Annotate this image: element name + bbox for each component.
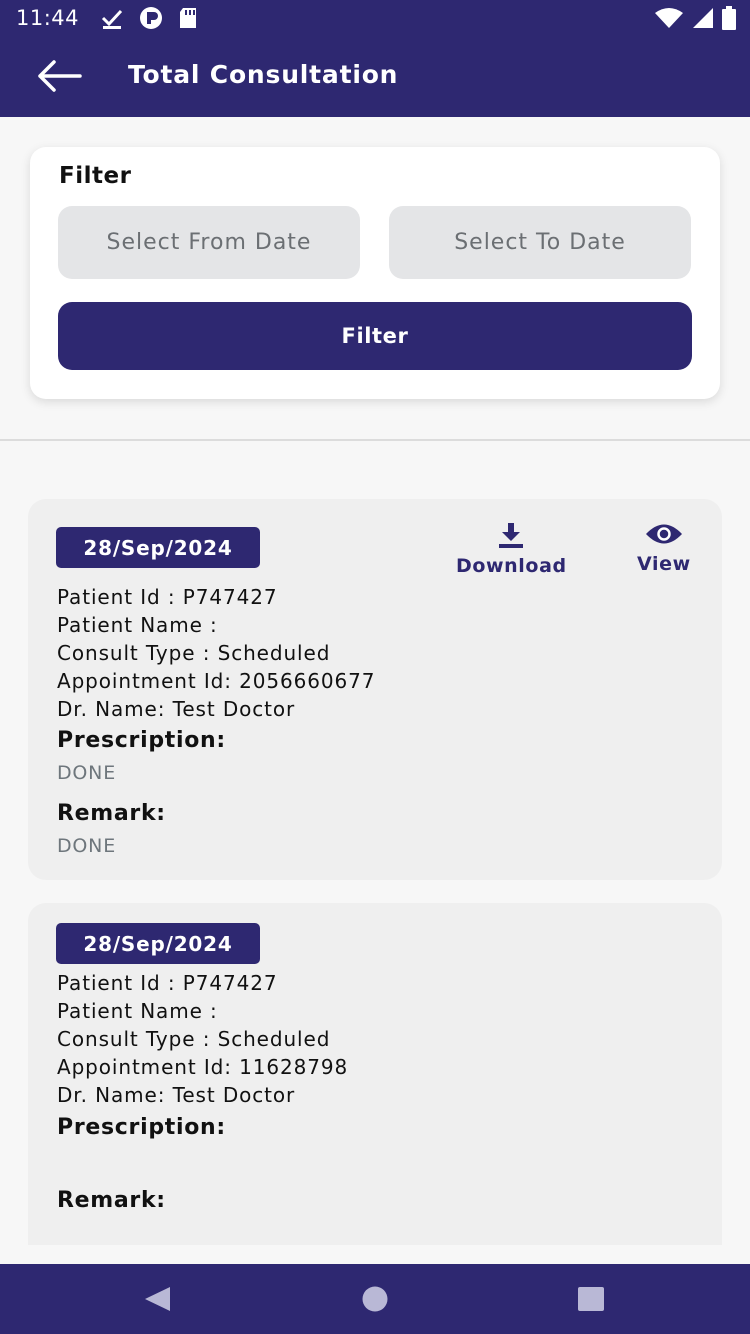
consultation-card: 28/Sep/2024 Patient Id : P747427 Patient… [28,903,722,1245]
date-badge-text: 28/Sep/2024 [83,931,233,956]
wifi-icon [655,8,683,28]
consult-type: Consult Type : Scheduled [57,641,331,665]
back-button[interactable] [34,58,84,94]
from-date-placeholder: Select From Date [106,230,312,255]
appointment-id: Appointment Id: 2056660677 [57,669,376,693]
consult-type: Consult Type : Scheduled [57,1027,331,1051]
remark-label: Remark: [57,1188,166,1213]
date-badge: 28/Sep/2024 [56,527,260,568]
prescription-value: DONE [57,762,117,784]
doctor-name: Dr. Name: Test Doctor [57,1083,296,1107]
to-date-field[interactable]: Select To Date [389,206,691,279]
patient-name: Patient Name : [57,999,218,1023]
status-icons-left [100,6,198,30]
to-date-placeholder: Select To Date [454,230,626,255]
download-label: Download [456,555,567,577]
navigation-bar [0,1264,750,1334]
nav-home-icon[interactable] [360,1286,390,1312]
download-button[interactable]: Download [456,521,567,577]
status-bar: 11:44 [0,0,750,36]
prescription-label: Prescription: [57,1115,226,1140]
eye-icon [645,524,682,544]
filter-label: Filter [59,163,132,189]
from-date-field[interactable]: Select From Date [58,206,360,279]
date-badge: 28/Sep/2024 [56,923,260,964]
battery-icon [722,6,736,30]
remark-value: DONE [57,835,117,857]
consultation-details: Patient Id : P747427 Patient Name : Cons… [57,969,348,1109]
filter-button[interactable]: Filter [58,302,692,370]
status-icons-right [654,6,736,30]
patient-id: Patient Id : P747427 [57,585,278,609]
prescription-label: Prescription: [57,728,226,753]
status-time: 11:44 [16,6,80,30]
download-icon [499,523,524,548]
view-label: View [637,553,691,575]
signal-icon [693,8,713,28]
divider [0,439,750,441]
patient-name: Patient Name : [57,613,218,637]
view-button[interactable]: View [637,521,691,575]
arrow-left-icon [38,60,82,92]
app-notification-icon [140,7,162,29]
download-check-icon [101,9,123,29]
filter-button-label: Filter [341,324,409,348]
page-title: Total Consultation [128,60,399,89]
doctor-name: Dr. Name: Test Doctor [57,697,296,721]
appointment-id: Appointment Id: 11628798 [57,1055,349,1079]
header: 11:44 Total Consultation [0,0,750,117]
remark-label: Remark: [57,801,166,826]
sd-card-icon [180,8,196,28]
consultation-details: Patient Id : P747427 Patient Name : Cons… [57,583,375,723]
patient-id: Patient Id : P747427 [57,971,278,995]
date-badge-text: 28/Sep/2024 [83,535,233,560]
app-bar: Total Consultation [0,36,750,117]
nav-recents-icon[interactable] [576,1286,606,1312]
nav-back-icon[interactable] [143,1286,173,1312]
filter-card: Filter Select From Date Select To Date F… [30,147,720,399]
consultation-card: 28/Sep/2024 Download View Patient Id : P… [28,499,722,880]
